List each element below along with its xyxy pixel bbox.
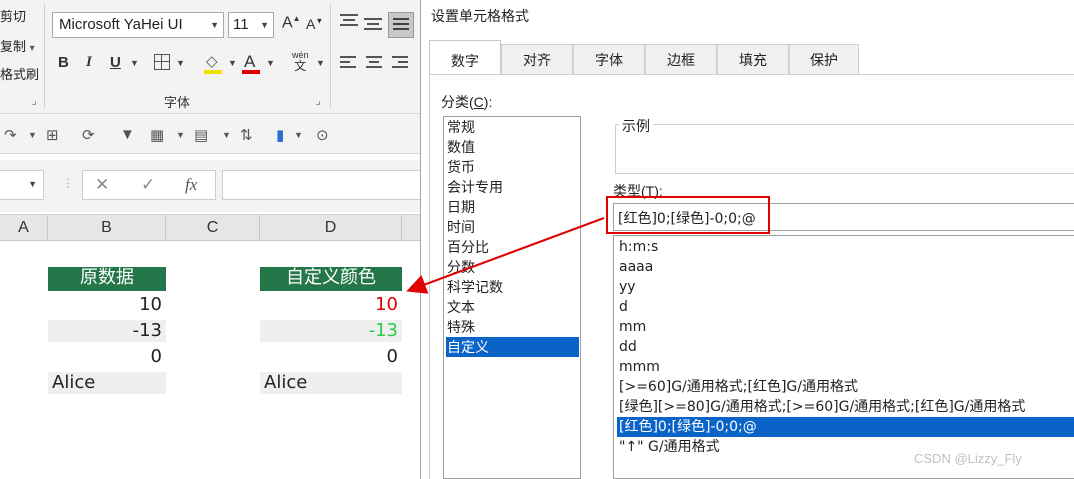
watermark: CSDN @Lizzy_Fly xyxy=(914,451,1022,466)
annotation-arrow xyxy=(406,217,605,294)
